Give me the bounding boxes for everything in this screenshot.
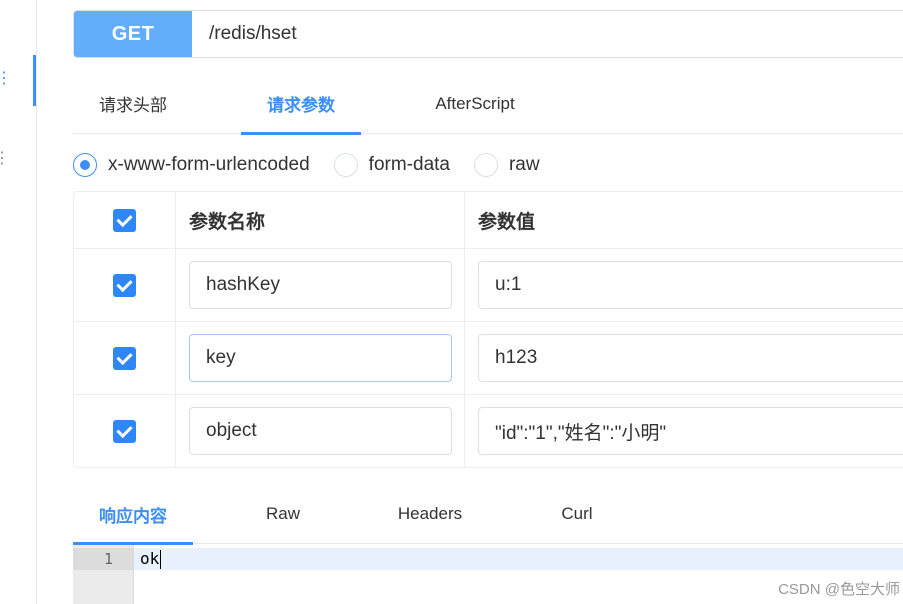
table-row: hashKey u:1 (74, 249, 903, 322)
sidebar: ⋮ ⋮ (0, 0, 37, 604)
response-tabs: 响应内容 Raw Headers Curl (73, 484, 903, 545)
param-name-input[interactable]: key (189, 334, 452, 382)
sidebar-fragment-icon[interactable]: ⋮ (0, 148, 10, 168)
param-value-input[interactable]: u:1 (478, 261, 903, 309)
editor-active-line (134, 548, 903, 570)
param-name-input[interactable]: hashKey (189, 261, 452, 309)
param-name-cell: hashKey (176, 249, 465, 321)
radio-unchecked-icon[interactable] (333, 153, 358, 177)
sidebar-active-indicator (33, 55, 36, 106)
row-checkbox-cell (74, 249, 176, 321)
param-value-cell: "id":"1","姓名":"小明" (465, 395, 903, 468)
row-checkbox[interactable] (113, 346, 136, 370)
radio-label: form-data (368, 154, 450, 175)
param-name-input[interactable]: object (189, 407, 452, 455)
tab-request-params[interactable]: 请求参数 (241, 73, 361, 135)
param-name-cell: key (176, 322, 465, 394)
radio-unchecked-icon[interactable] (473, 153, 498, 177)
radio-label: x-www-form-urlencoded (108, 154, 310, 175)
text-cursor (160, 550, 162, 569)
params-table: 参数名称 参数值 hashKey u:1 key h123 object "id… (73, 191, 903, 468)
row-checkbox[interactable] (113, 273, 136, 297)
header-checkbox-cell (74, 192, 176, 248)
tab-request-headers[interactable]: 请求头部 (73, 73, 193, 134)
param-value-cell: u:1 (465, 249, 903, 321)
param-name-cell: object (176, 395, 465, 468)
radio-checked-icon[interactable] (73, 153, 97, 177)
tab-response-content[interactable]: 响应内容 (73, 484, 193, 545)
tab-afterscript[interactable]: AfterScript (415, 73, 535, 134)
method-badge[interactable]: GET (74, 11, 192, 57)
watermark: CSDN @色空大师 (778, 581, 900, 598)
response-text[interactable]: ok (140, 548, 162, 570)
tab-headers[interactable]: Headers (370, 484, 490, 544)
column-header-value: 参数值 (478, 211, 536, 233)
row-checkbox-cell (74, 395, 176, 468)
header-name-cell: 参数名称 (176, 192, 465, 248)
select-all-checkbox[interactable] (113, 208, 136, 232)
radio-urlencoded[interactable]: x-www-form-urlencoded (73, 153, 310, 177)
table-row: key h123 (74, 322, 903, 395)
radio-form-data[interactable]: form-data (333, 153, 450, 177)
sidebar-fragment-icon[interactable]: ⋮ (0, 68, 12, 88)
param-value-input[interactable]: h123 (478, 334, 903, 382)
response-content: ok (140, 549, 160, 568)
header-value-cell: 参数值 (465, 192, 903, 248)
radio-label: raw (508, 154, 540, 175)
request-tabs: 请求头部 请求参数 AfterScript (73, 73, 903, 135)
editor-gutter: 1 (73, 545, 134, 604)
param-value-cell: h123 (465, 322, 903, 394)
column-header-name: 参数名称 (189, 211, 266, 233)
url-input[interactable]: /redis/hset (192, 11, 903, 57)
row-checkbox[interactable] (113, 420, 136, 443)
tab-curl[interactable]: Curl (517, 484, 637, 544)
url-bar: GET /redis/hset (73, 10, 903, 58)
tab-raw[interactable]: Raw (223, 484, 343, 544)
param-value-input[interactable]: "id":"1","姓名":"小明" (478, 407, 903, 455)
table-row: object "id":"1","姓名":"小明" (74, 395, 903, 468)
row-checkbox-cell (74, 322, 176, 394)
table-header-row: 参数名称 参数值 (74, 192, 903, 249)
body-type-radio-group: x-www-form-urlencoded form-data raw (73, 150, 564, 180)
radio-raw[interactable]: raw (473, 153, 540, 177)
line-number: 1 (103, 550, 113, 568)
